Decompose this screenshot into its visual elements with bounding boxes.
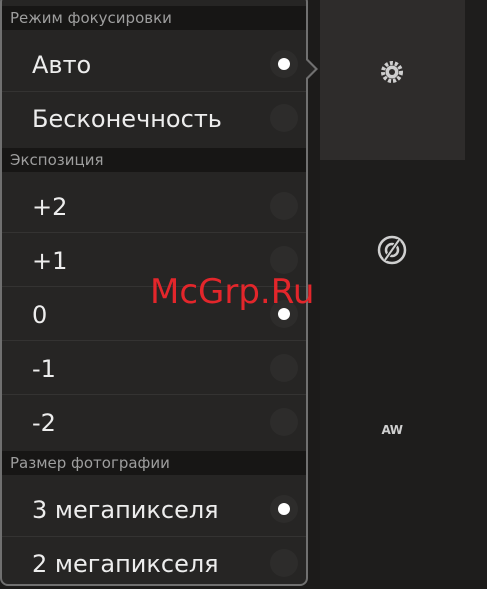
option-focus-auto[interactable]: Авто: [2, 38, 306, 90]
white-balance-icon: AW: [381, 423, 403, 437]
radio-unselected[interactable]: [270, 192, 298, 220]
option-label: +2: [32, 193, 68, 221]
section-title: Размер фотографии: [10, 454, 170, 472]
radio-unselected[interactable]: [270, 104, 298, 132]
white-balance-button[interactable]: AW: [370, 408, 414, 452]
option-exposure-minus1[interactable]: -1: [2, 342, 306, 394]
option-label: 0: [32, 301, 48, 329]
flash-auto-icon: [377, 235, 407, 265]
divider: [2, 232, 306, 233]
option-label: Бесконечность: [32, 105, 222, 133]
camera-controls-strip: AW: [320, 0, 487, 580]
option-label: +1: [32, 247, 68, 275]
option-size-2mp[interactable]: 2 мегапикселя: [2, 537, 306, 589]
radio-unselected[interactable]: [270, 549, 298, 577]
option-label: -1: [32, 355, 56, 383]
section-header-exposure: Экспозиция: [2, 148, 306, 172]
option-size-3mp[interactable]: 3 мегапикселя: [2, 483, 306, 535]
section-title: Экспозиция: [10, 151, 104, 169]
option-label: -2: [32, 409, 56, 437]
section-title: Режим фокусировки: [10, 9, 172, 27]
flash-mode-button[interactable]: [370, 228, 414, 272]
option-label: 2 мегапикселя: [32, 550, 219, 578]
radio-selected[interactable]: [270, 50, 298, 78]
option-exposure-minus2[interactable]: -2: [2, 396, 306, 448]
divider: [2, 394, 306, 395]
option-label: Авто: [32, 51, 92, 79]
divider: [2, 340, 306, 341]
radio-selected[interactable]: [270, 495, 298, 523]
radio-unselected[interactable]: [270, 246, 298, 274]
radio-unselected[interactable]: [270, 354, 298, 382]
watermark-text: McGrp.Ru: [150, 272, 315, 312]
settings-button[interactable]: [370, 50, 414, 94]
radio-unselected[interactable]: [270, 408, 298, 436]
option-exposure-plus2[interactable]: +2: [2, 180, 306, 232]
section-header-photo-size: Размер фотографии: [2, 451, 306, 475]
option-label: 3 мегапикселя: [32, 496, 219, 524]
option-focus-infinity[interactable]: Бесконечность: [2, 92, 306, 144]
section-header-focus: Режим фокусировки: [2, 6, 306, 30]
settings-icon: [381, 61, 403, 83]
